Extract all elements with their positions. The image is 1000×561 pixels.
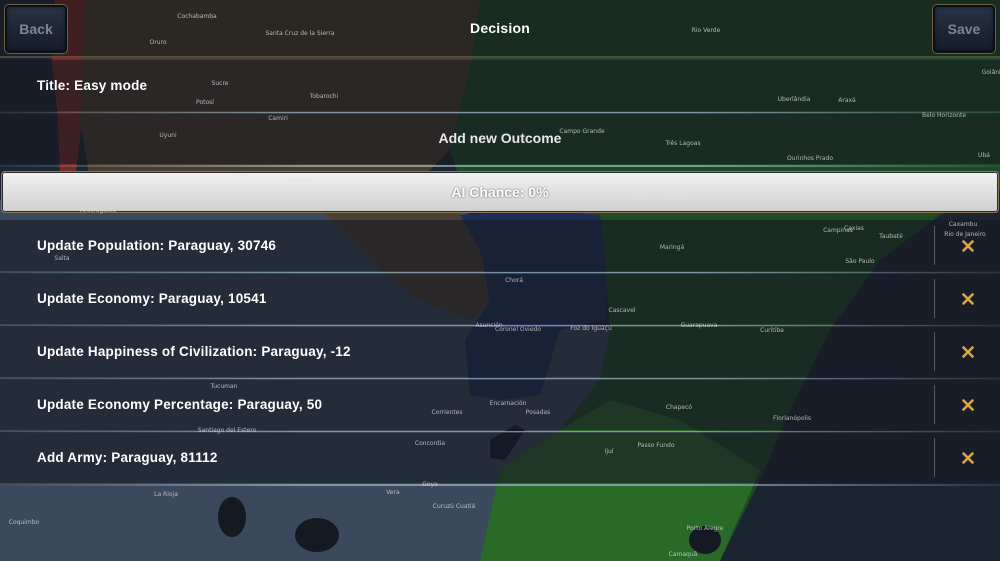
outcome-row[interactable]: Update Economy Percentage: Paraguay, 50 [0, 379, 1000, 433]
outcome-row[interactable]: Update Population: Paraguay, 30746 [0, 220, 1000, 274]
delete-outcome-button[interactable] [934, 438, 1000, 477]
add-outcome-label: Add new Outcome [438, 130, 562, 146]
close-icon [961, 398, 974, 411]
decision-title-row[interactable]: Title: Easy mode [0, 60, 1000, 114]
outcome-row[interactable]: Update Happiness of Civilization: Paragu… [0, 326, 1000, 380]
ai-chance-slider[interactable]: AI Chance: 0% [1, 171, 999, 213]
delete-outcome-button[interactable] [934, 226, 1000, 265]
save-button[interactable]: Save [932, 4, 996, 54]
lake [218, 497, 246, 537]
outcome-label: Update Happiness of Civilization: Paragu… [37, 344, 351, 359]
decision-title-label: Title: Easy mode [37, 78, 148, 93]
delete-outcome-button[interactable] [934, 279, 1000, 318]
lake [689, 526, 721, 554]
outcome-label: Update Economy: Paraguay, 10541 [37, 291, 267, 306]
outcome-row[interactable]: Add Army: Paraguay, 81112 [0, 432, 1000, 486]
header-bar: Decision Back Save [0, 0, 1000, 58]
back-button[interactable]: Back [4, 4, 68, 54]
outcome-row[interactable]: Update Economy: Paraguay, 10541 [0, 273, 1000, 327]
close-icon [961, 345, 974, 358]
close-icon [961, 239, 974, 252]
outcome-label: Update Economy Percentage: Paraguay, 50 [37, 397, 323, 412]
close-icon [961, 292, 974, 305]
lake [295, 518, 339, 552]
delete-outcome-button[interactable] [934, 332, 1000, 371]
close-icon [961, 451, 974, 464]
add-outcome-button[interactable]: Add new Outcome [0, 113, 1000, 167]
page-title: Decision [470, 20, 530, 36]
delete-outcome-button[interactable] [934, 385, 1000, 424]
outcome-label: Add Army: Paraguay, 81112 [37, 450, 218, 465]
outcome-label: Update Population: Paraguay, 30746 [37, 238, 277, 253]
